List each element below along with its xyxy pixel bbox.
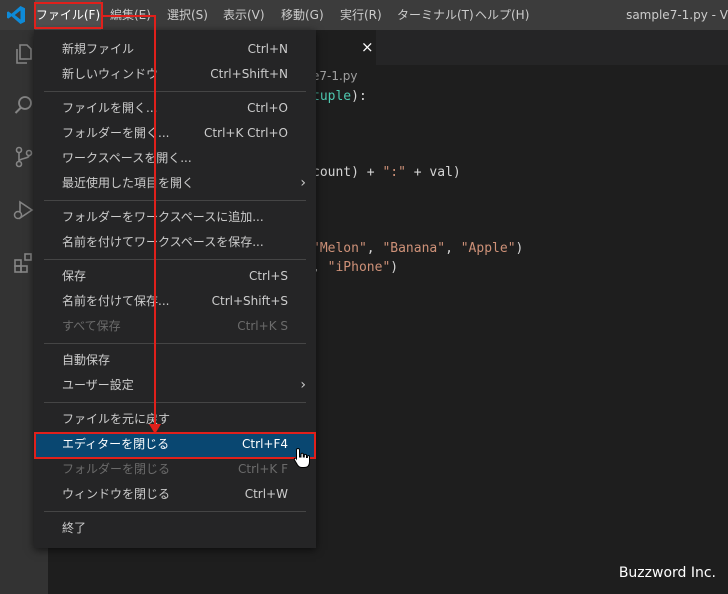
code-token: "iPhone": [327, 260, 391, 275]
code-token: ,: [445, 241, 461, 256]
code-token: "Banana": [382, 241, 446, 256]
annotation-connector: [103, 15, 155, 17]
menu-item-save-workspace-as[interactable]: 名前を付けてワークスペースを保存...: [34, 230, 316, 255]
menu-item-label: 保存: [62, 269, 87, 283]
chevron-right-icon: ›: [300, 175, 306, 191]
menu-view[interactable]: 表示(V): [223, 0, 265, 30]
arrow-down-icon: [149, 424, 161, 434]
menu-item-label: ワークスペースを開く...: [62, 151, 192, 165]
menu-item-shortcut: Ctrl+N: [247, 42, 288, 56]
extensions-icon[interactable]: [12, 251, 36, 275]
menu-separator: [44, 91, 306, 92]
menu-item-open-folder[interactable]: フォルダーを開く... Ctrl+K Ctrl+O: [34, 121, 316, 146]
menu-item-label: 終了: [62, 521, 87, 535]
menu-separator: [44, 402, 306, 403]
code-line: tuple):: [312, 87, 367, 106]
code-token: ): [515, 241, 524, 256]
menu-item-close-editor[interactable]: エディターを閉じる Ctrl+F4: [34, 432, 316, 457]
menu-terminal[interactable]: ターミナル(T): [397, 0, 474, 30]
menu-separator: [44, 200, 306, 201]
code-token: ):: [351, 89, 367, 104]
menu-item-shortcut: Ctrl+S: [248, 269, 288, 283]
menu-item-close-window[interactable]: ウィンドウを閉じる Ctrl+W: [34, 482, 316, 507]
menu-item-shortcut: Ctrl+W: [244, 487, 288, 501]
menu-item-open-recent[interactable]: 最近使用した項目を開く ›: [34, 171, 316, 196]
menu-item-label: 最近使用した項目を開く: [62, 176, 195, 190]
menu-item-new-file[interactable]: 新規ファイル Ctrl+N: [34, 37, 316, 62]
menu-item-shortcut: Ctrl+Shift+N: [210, 67, 288, 81]
search-icon[interactable]: [12, 93, 36, 117]
menu-item-preferences[interactable]: ユーザー設定 ›: [34, 373, 316, 398]
breadcrumb[interactable]: e7-1.py: [312, 68, 358, 84]
menu-item-add-folder-to-workspace[interactable]: フォルダーをワークスペースに追加...: [34, 205, 316, 230]
source-control-icon[interactable]: [12, 145, 36, 169]
menu-item-save-as[interactable]: 名前を付けて保存... Ctrl+Shift+S: [34, 289, 316, 314]
code-token: ): [390, 260, 399, 275]
chevron-right-icon: ›: [300, 377, 306, 393]
menu-item-save[interactable]: 保存 Ctrl+S: [34, 264, 316, 289]
menu-item-new-window[interactable]: 新しいウィンドウ Ctrl+Shift+N: [34, 62, 316, 87]
watermark-text: Buzzword Inc.: [618, 565, 716, 581]
menu-item-save-all: すべて保存 Ctrl+K S: [34, 314, 316, 339]
hand-cursor-icon: [293, 447, 310, 468]
menu-separator: [44, 511, 306, 512]
menu-item-label: フォルダーを閉じる: [62, 462, 171, 476]
close-icon[interactable]: ×: [361, 37, 377, 57]
menu-item-label: 新規ファイル: [62, 42, 135, 56]
code-token: + val): [405, 165, 461, 180]
menu-item-label: フォルダーをワークスペースに追加...: [62, 210, 264, 224]
menu-item-auto-save[interactable]: 自動保存: [34, 348, 316, 373]
menu-item-close-folder: フォルダーを閉じる Ctrl+K F: [34, 457, 316, 482]
menu-item-shortcut: Ctrl+K Ctrl+O: [204, 126, 288, 140]
code-line: , "iPhone"): [312, 258, 398, 277]
menu-item-label: ファイルを開く...: [62, 101, 158, 115]
menu-item-label: 名前を付けてワークスペースを保存...: [62, 235, 264, 249]
vscode-logo-icon: [7, 6, 25, 24]
code-token: tuple: [312, 89, 352, 104]
code-token: ":": [382, 165, 406, 180]
menu-item-label: すべて保存: [62, 319, 121, 333]
menu-item-shortcut: Ctrl+O: [247, 101, 288, 115]
file-menu-dropdown: 新規ファイル Ctrl+N 新しいウィンドウ Ctrl+Shift+N ファイル…: [34, 30, 316, 548]
code-token: ,: [366, 241, 383, 256]
annotation-connector: [154, 15, 156, 427]
menu-item-open-file[interactable]: ファイルを開く... Ctrl+O: [34, 96, 316, 121]
menu-item-label: エディターを閉じる: [62, 437, 170, 451]
menu-separator: [44, 343, 306, 344]
code-token: "Apple": [460, 241, 516, 256]
explorer-icon[interactable]: [12, 42, 36, 66]
menu-item-shortcut: Ctrl+Shift+S: [211, 294, 288, 308]
code-line: "Melon", "Banana", "Apple"): [312, 239, 523, 258]
code-token: count) +: [312, 165, 383, 180]
menu-file[interactable]: ファイル(F): [35, 0, 101, 30]
menu-item-label: ウィンドウを閉じる: [62, 487, 171, 501]
window-title: sample7-1.py - V: [626, 8, 728, 22]
menu-separator: [44, 259, 306, 260]
menu-help[interactable]: ヘルプ(H): [475, 0, 529, 30]
menu-item-revert-file[interactable]: ファイルを元に戻す: [34, 407, 316, 432]
menu-item-shortcut: Ctrl+K F: [238, 462, 288, 476]
menu-item-shortcut: Ctrl+F4: [242, 437, 288, 451]
menu-run[interactable]: 実行(R): [340, 0, 382, 30]
menu-item-open-workspace[interactable]: ワークスペースを開く...: [34, 146, 316, 171]
menu-selection[interactable]: 選択(S): [167, 0, 208, 30]
code-line: count) + ":" + val): [312, 163, 461, 182]
menu-item-label: 自動保存: [62, 353, 111, 367]
menu-item-shortcut: Ctrl+K S: [237, 319, 288, 333]
menu-item-label: ユーザー設定: [62, 378, 134, 392]
menu-go[interactable]: 移動(G): [281, 0, 324, 30]
code-token: "Melon": [312, 241, 367, 256]
menu-item-exit[interactable]: 終了: [34, 516, 316, 541]
menu-item-label: 新しいウィンドウ: [62, 67, 159, 81]
run-debug-icon[interactable]: [12, 198, 36, 222]
